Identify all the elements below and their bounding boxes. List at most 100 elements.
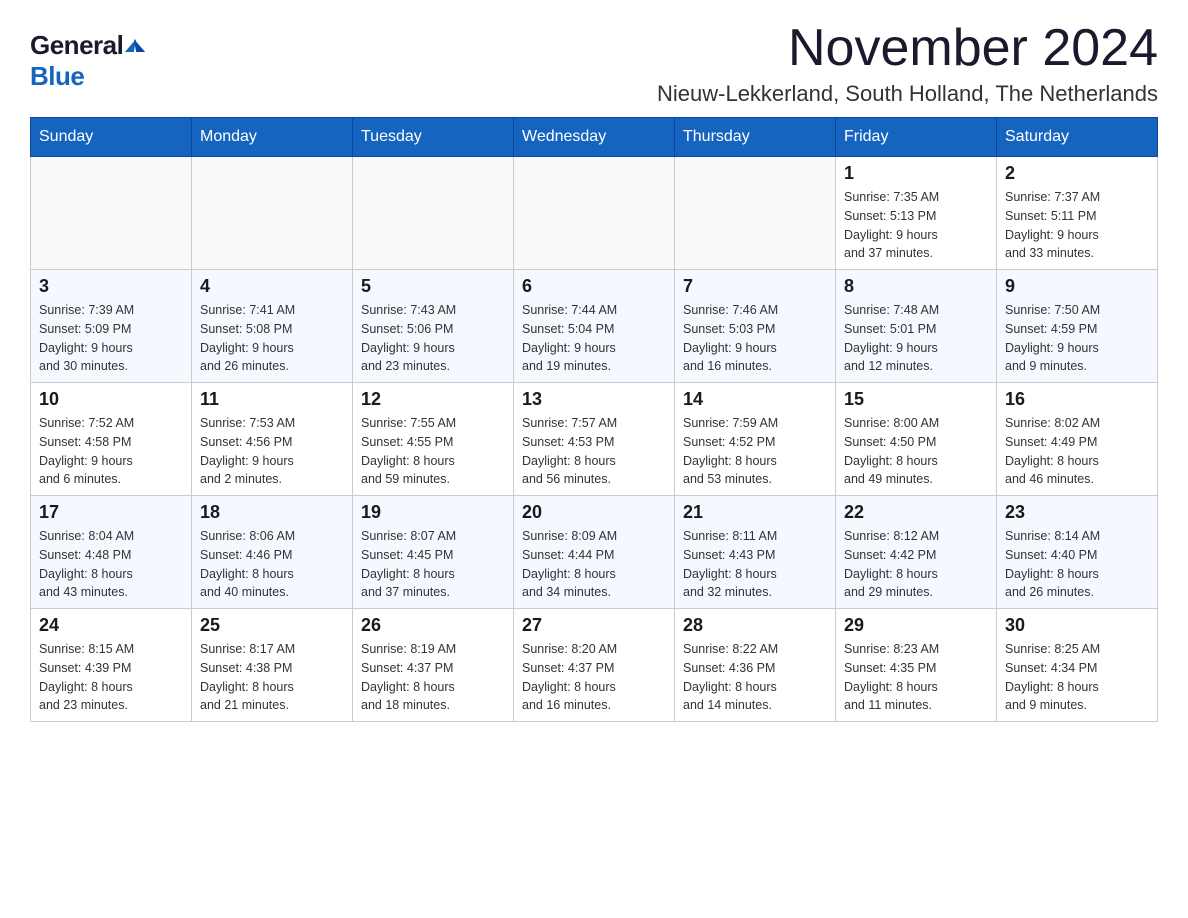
day-number: 30 (1005, 615, 1149, 636)
logo-general-text: General (30, 30, 123, 61)
day-number: 25 (200, 615, 344, 636)
day-info: Sunrise: 7:44 AM Sunset: 5:04 PM Dayligh… (522, 301, 666, 376)
calendar-cell: 8Sunrise: 7:48 AM Sunset: 5:01 PM Daylig… (836, 270, 997, 383)
day-number: 7 (683, 276, 827, 297)
logo-blue-text: Blue (30, 61, 84, 92)
day-info: Sunrise: 7:52 AM Sunset: 4:58 PM Dayligh… (39, 414, 183, 489)
day-info: Sunrise: 8:14 AM Sunset: 4:40 PM Dayligh… (1005, 527, 1149, 602)
day-info: Sunrise: 8:15 AM Sunset: 4:39 PM Dayligh… (39, 640, 183, 715)
day-number: 27 (522, 615, 666, 636)
day-info: Sunrise: 7:55 AM Sunset: 4:55 PM Dayligh… (361, 414, 505, 489)
day-number: 4 (200, 276, 344, 297)
day-number: 1 (844, 163, 988, 184)
calendar-table: SundayMondayTuesdayWednesdayThursdayFrid… (30, 117, 1158, 722)
day-info: Sunrise: 8:07 AM Sunset: 4:45 PM Dayligh… (361, 527, 505, 602)
calendar-header-row: SundayMondayTuesdayWednesdayThursdayFrid… (31, 118, 1158, 157)
month-title: November 2024 (657, 20, 1158, 77)
calendar-cell (675, 157, 836, 270)
day-info: Sunrise: 8:12 AM Sunset: 4:42 PM Dayligh… (844, 527, 988, 602)
day-number: 9 (1005, 276, 1149, 297)
calendar-cell: 27 Sunrise: 8:20 AM Sunset: 4:37 PM Dayli… (514, 609, 675, 722)
day-info: Sunrise: 8:00 AM Sunset: 4:50 PM Dayligh… (844, 414, 988, 489)
day-number: 17 (39, 502, 183, 523)
calendar-cell (192, 157, 353, 270)
day-info: Sunrise: 8:06 AM Sunset: 4:46 PM Dayligh… (200, 527, 344, 602)
calendar-week-row: 17 Sunrise: 8:04 AM Sunset: 4:48 PM Dayli… (31, 496, 1158, 609)
day-number: 19 (361, 502, 505, 523)
day-info: Sunrise: 8:19 AM Sunset: 4:37 PM Dayligh… (361, 640, 505, 715)
day-info: Sunrise: 8:04 AM Sunset: 4:48 PM Dayligh… (39, 527, 183, 602)
day-info: Sunrise: 7:41 AM Sunset: 5:08 PM Dayligh… (200, 301, 344, 376)
calendar-cell: 19 Sunrise: 8:07 AM Sunset: 4:45 PM Dayli… (353, 496, 514, 609)
weekday-header-tuesday: Tuesday (353, 118, 514, 157)
calendar-cell (514, 157, 675, 270)
calendar-week-row: 10 Sunrise: 7:52 AM Sunset: 4:58 PM Dayli… (31, 383, 1158, 496)
day-info: Sunrise: 7:48 AM Sunset: 5:01 PM Dayligh… (844, 301, 988, 376)
weekday-header-sunday: Sunday (31, 118, 192, 157)
calendar-cell: 6 Sunrise: 7:44 AM Sunset: 5:04 PM Daylig… (514, 270, 675, 383)
day-info: Sunrise: 7:59 AM Sunset: 4:52 PM Dayligh… (683, 414, 827, 489)
day-info: Sunrise: 7:35 AM Sunset: 5:13 PM Dayligh… (844, 188, 988, 263)
day-info: Sunrise: 8:11 AM Sunset: 4:43 PM Dayligh… (683, 527, 827, 602)
day-number: 10 (39, 389, 183, 410)
day-number: 18 (200, 502, 344, 523)
day-info: Sunrise: 7:57 AM Sunset: 4:53 PM Dayligh… (522, 414, 666, 489)
calendar-cell: 17 Sunrise: 8:04 AM Sunset: 4:48 PM Dayli… (31, 496, 192, 609)
day-info: Sunrise: 8:17 AM Sunset: 4:38 PM Dayligh… (200, 640, 344, 715)
page-header: General Blue November 2024 Nieuw-Lekkerl… (30, 20, 1158, 107)
calendar-cell: 9 Sunrise: 7:50 AM Sunset: 4:59 PM Daylig… (997, 270, 1158, 383)
calendar-cell: 12 Sunrise: 7:55 AM Sunset: 4:55 PM Dayli… (353, 383, 514, 496)
calendar-cell: 7 Sunrise: 7:46 AM Sunset: 5:03 PM Daylig… (675, 270, 836, 383)
day-number: 28 (683, 615, 827, 636)
calendar-cell: 22 Sunrise: 8:12 AM Sunset: 4:42 PM Dayli… (836, 496, 997, 609)
day-info: Sunrise: 7:39 AM Sunset: 5:09 PM Dayligh… (39, 301, 183, 376)
calendar-cell: 3 Sunrise: 7:39 AM Sunset: 5:09 PM Daylig… (31, 270, 192, 383)
day-number: 12 (361, 389, 505, 410)
day-number: 15 (844, 389, 988, 410)
calendar-cell: 29Sunrise: 8:23 AM Sunset: 4:35 PM Dayli… (836, 609, 997, 722)
day-number: 3 (39, 276, 183, 297)
day-info: Sunrise: 8:02 AM Sunset: 4:49 PM Dayligh… (1005, 414, 1149, 489)
calendar-cell: 4 Sunrise: 7:41 AM Sunset: 5:08 PM Daylig… (192, 270, 353, 383)
location-title: Nieuw-Lekkerland, South Holland, The Net… (657, 81, 1158, 107)
calendar-cell: 2 Sunrise: 7:37 AM Sunset: 5:11 PM Daylig… (997, 157, 1158, 270)
weekday-header-thursday: Thursday (675, 118, 836, 157)
calendar-cell: 11Sunrise: 7:53 AM Sunset: 4:56 PM Dayli… (192, 383, 353, 496)
calendar-cell: 13Sunrise: 7:57 AM Sunset: 4:53 PM Dayli… (514, 383, 675, 496)
calendar-cell (353, 157, 514, 270)
calendar-cell: 15 Sunrise: 8:00 AM Sunset: 4:50 PM Dayli… (836, 383, 997, 496)
day-number: 24 (39, 615, 183, 636)
calendar-week-row: 1 Sunrise: 7:35 AM Sunset: 5:13 PM Daylig… (31, 157, 1158, 270)
day-number: 14 (683, 389, 827, 410)
calendar-week-row: 3 Sunrise: 7:39 AM Sunset: 5:09 PM Daylig… (31, 270, 1158, 383)
calendar-cell: 10 Sunrise: 7:52 AM Sunset: 4:58 PM Dayli… (31, 383, 192, 496)
calendar-cell: 25 Sunrise: 8:17 AM Sunset: 4:38 PM Dayli… (192, 609, 353, 722)
calendar-cell: 20 Sunrise: 8:09 AM Sunset: 4:44 PM Dayli… (514, 496, 675, 609)
calendar-cell: 24 Sunrise: 8:15 AM Sunset: 4:39 PM Dayli… (31, 609, 192, 722)
day-number: 22 (844, 502, 988, 523)
calendar-cell: 21 Sunrise: 8:11 AM Sunset: 4:43 PM Dayli… (675, 496, 836, 609)
calendar-cell: 18 Sunrise: 8:06 AM Sunset: 4:46 PM Dayli… (192, 496, 353, 609)
day-info: Sunrise: 7:37 AM Sunset: 5:11 PM Dayligh… (1005, 188, 1149, 263)
day-info: Sunrise: 7:46 AM Sunset: 5:03 PM Dayligh… (683, 301, 827, 376)
day-info: Sunrise: 8:25 AM Sunset: 4:34 PM Dayligh… (1005, 640, 1149, 715)
day-number: 6 (522, 276, 666, 297)
calendar-cell: 23Sunrise: 8:14 AM Sunset: 4:40 PM Dayli… (997, 496, 1158, 609)
title-section: November 2024 Nieuw-Lekkerland, South Ho… (657, 20, 1158, 107)
weekday-header-monday: Monday (192, 118, 353, 157)
day-number: 26 (361, 615, 505, 636)
day-number: 20 (522, 502, 666, 523)
weekday-header-friday: Friday (836, 118, 997, 157)
day-number: 2 (1005, 163, 1149, 184)
calendar-cell (31, 157, 192, 270)
weekday-header-wednesday: Wednesday (514, 118, 675, 157)
day-info: Sunrise: 7:43 AM Sunset: 5:06 PM Dayligh… (361, 301, 505, 376)
day-info: Sunrise: 8:20 AM Sunset: 4:37 PM Dayligh… (522, 640, 666, 715)
day-info: Sunrise: 8:09 AM Sunset: 4:44 PM Dayligh… (522, 527, 666, 602)
calendar-cell: 1 Sunrise: 7:35 AM Sunset: 5:13 PM Daylig… (836, 157, 997, 270)
day-number: 5 (361, 276, 505, 297)
weekday-header-saturday: Saturday (997, 118, 1158, 157)
day-number: 21 (683, 502, 827, 523)
day-info: Sunrise: 8:23 AM Sunset: 4:35 PM Dayligh… (844, 640, 988, 715)
day-info: Sunrise: 7:50 AM Sunset: 4:59 PM Dayligh… (1005, 301, 1149, 376)
